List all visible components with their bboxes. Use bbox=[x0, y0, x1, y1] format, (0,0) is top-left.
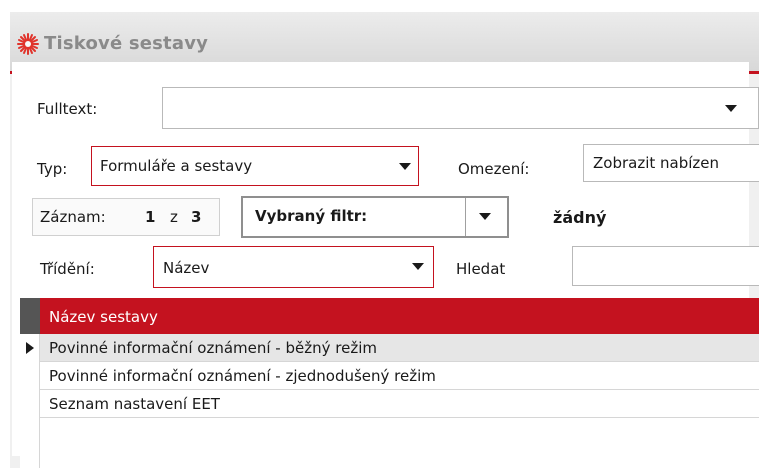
red-sparkle-icon bbox=[17, 33, 39, 55]
filter-dropdown-arrow-icon[interactable] bbox=[479, 213, 491, 220]
left-margin bbox=[0, 12, 10, 468]
table-row[interactable]: Seznam nastavení EET bbox=[20, 390, 759, 418]
row-selector[interactable] bbox=[20, 390, 40, 418]
filter-select[interactable]: Vybraný filtr: bbox=[241, 196, 509, 238]
typ-dropdown-arrow-icon[interactable] bbox=[399, 163, 411, 170]
report-grid: Název sestavy Povinné informační oznámen… bbox=[20, 298, 759, 468]
top-margin bbox=[0, 0, 759, 12]
table-row[interactable]: Povinné informační oznámení - zjednoduše… bbox=[20, 362, 759, 390]
sort-label: Třídění: bbox=[40, 260, 95, 278]
filter-label: Vybraný filtr: bbox=[255, 207, 368, 225]
record-counter: Záznam: 1 z 3 bbox=[32, 198, 220, 236]
omezeni-label: Omezení: bbox=[458, 160, 530, 178]
search-input[interactable] bbox=[572, 246, 759, 286]
fulltext-dropdown-arrow-icon[interactable] bbox=[725, 105, 737, 112]
record-total: 3 bbox=[191, 208, 202, 226]
column-header-nazev-sestavy[interactable]: Název sestavy bbox=[40, 298, 759, 334]
typ-label: Typ: bbox=[37, 160, 68, 178]
record-label: Záznam: bbox=[40, 208, 106, 226]
sort-select[interactable]: Název bbox=[153, 246, 434, 288]
window-title: Tiskové sestavy bbox=[44, 33, 209, 54]
table-row[interactable]: Povinné informační oznámení - běžný reži… bbox=[20, 334, 759, 362]
empty-selector-column bbox=[20, 418, 40, 468]
search-label: Hledat bbox=[456, 260, 506, 278]
sort-dropdown-arrow-icon[interactable] bbox=[412, 263, 424, 270]
filter-divider bbox=[465, 198, 466, 236]
typ-select[interactable]: Formuláře a sestavy bbox=[91, 146, 419, 186]
fulltext-input[interactable] bbox=[162, 87, 759, 129]
row-selector[interactable] bbox=[20, 334, 40, 362]
record-separator: z bbox=[170, 208, 178, 226]
record-current: 1 bbox=[145, 208, 156, 226]
grid-corner bbox=[20, 298, 40, 334]
filter-value: žádný bbox=[553, 208, 607, 227]
fulltext-label: Fulltext: bbox=[37, 100, 98, 118]
current-row-pointer-icon bbox=[26, 342, 34, 354]
row-selector[interactable] bbox=[20, 362, 40, 390]
omezeni-select[interactable]: Zobrazit nabízen bbox=[583, 144, 759, 182]
